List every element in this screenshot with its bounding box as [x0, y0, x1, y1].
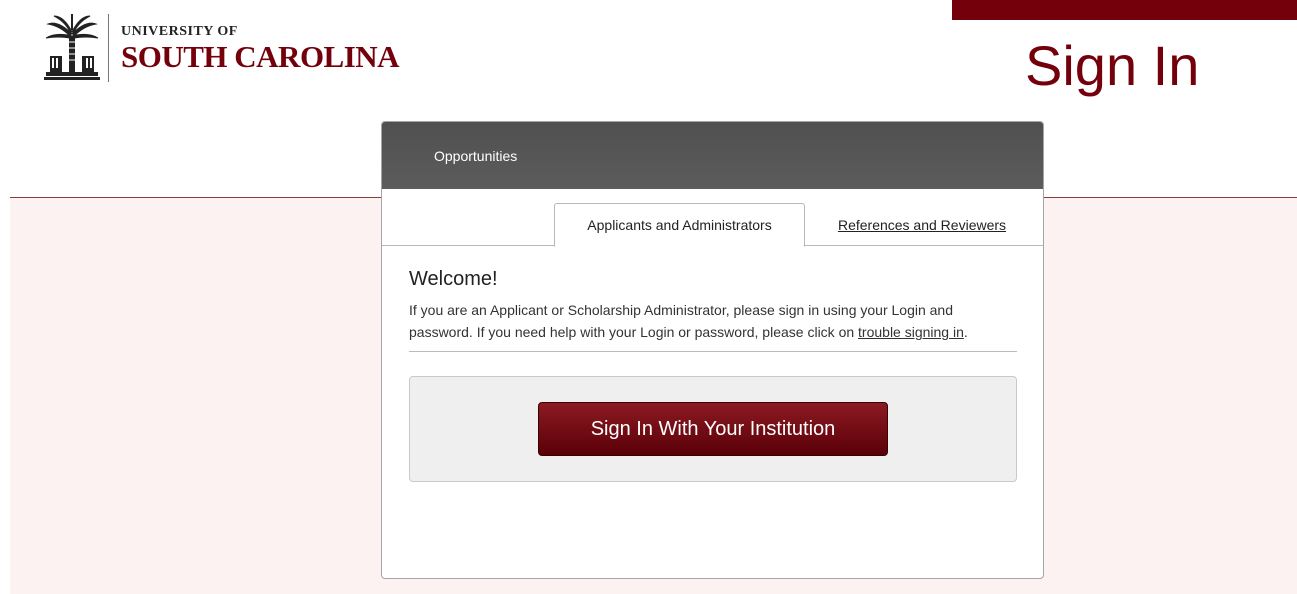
tab-applicants-and-administrators[interactable]: Applicants and Administrators	[554, 203, 805, 247]
welcome-heading: Welcome!	[409, 268, 498, 290]
logo-divider	[108, 14, 109, 82]
sign-in-with-institution-button[interactable]: Sign In With Your Institution	[538, 402, 888, 456]
trouble-signing-in-link[interactable]: trouble signing in	[858, 324, 964, 340]
top-accent-bar	[952, 0, 1297, 20]
welcome-text: If you are an Applicant or Scholarship A…	[409, 299, 1017, 352]
signin-tabs: Applicants and Administrators References…	[382, 189, 1043, 247]
logo-text-big: SOUTH CAROLINA	[121, 38, 400, 74]
tab-content: Welcome! If you are an Applicant or Scho…	[382, 246, 1043, 482]
university-logo[interactable]: UNIVERSITY OF SOUTH CAROLINA	[40, 14, 400, 82]
page-title: Sign In	[1025, 34, 1200, 97]
nav-opportunities-link[interactable]: Opportunities	[434, 148, 517, 164]
palmetto-tree-icon	[44, 14, 100, 80]
logo-text: UNIVERSITY OF SOUTH CAROLINA	[121, 23, 400, 74]
logo-text-small: UNIVERSITY OF	[121, 23, 238, 39]
tab-references-and-reviewers[interactable]: References and Reviewers	[817, 203, 1027, 246]
card-nav-bar: Opportunities	[382, 122, 1043, 189]
signin-card: Opportunities Applicants and Administrat…	[381, 121, 1044, 579]
welcome-text-part2: .	[963, 324, 968, 340]
signin-box: Sign In With Your Institution	[409, 376, 1017, 482]
